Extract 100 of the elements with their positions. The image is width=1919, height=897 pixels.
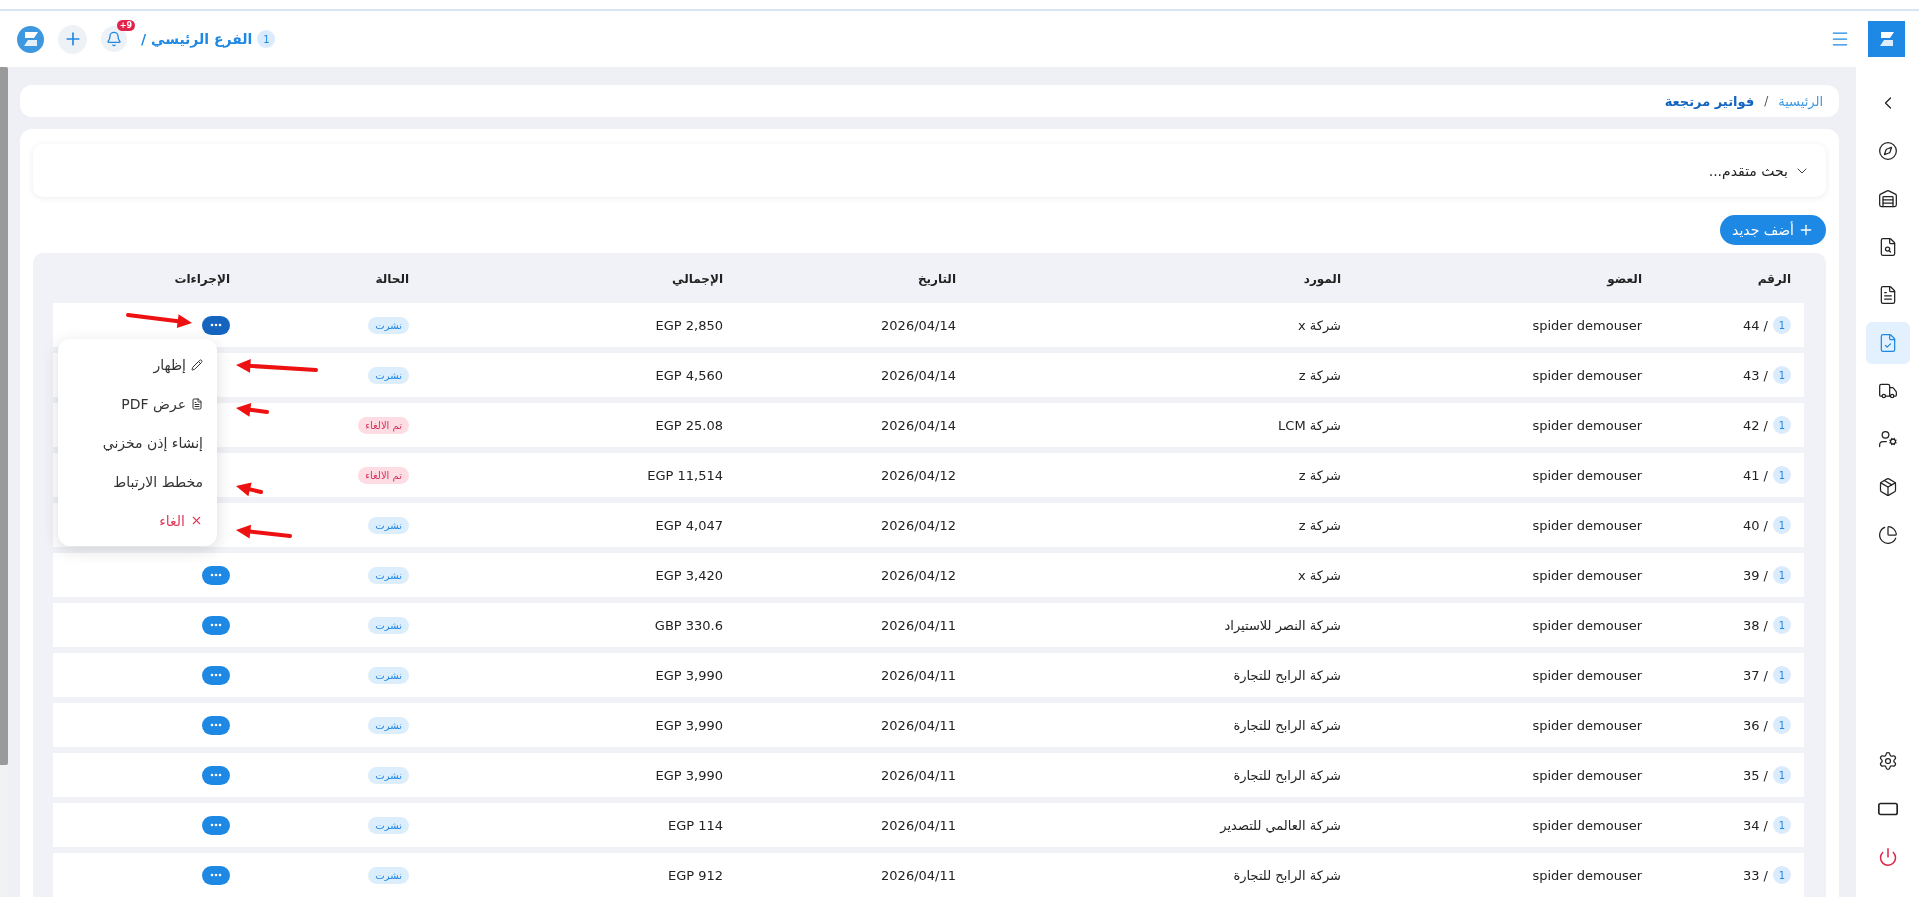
- status-badge: نشرت: [368, 516, 409, 534]
- actions-button[interactable]: [202, 765, 230, 785]
- status-badge: نشرت: [368, 316, 409, 334]
- more-icon: [210, 673, 222, 677]
- table-cell-text: spider demouser: [1531, 517, 1642, 533]
- status-badge: نشرت: [368, 866, 409, 884]
- table-cell-text: spider demouser: [1531, 567, 1642, 583]
- more-icon: [210, 323, 222, 327]
- invoice-number: / 34: [1742, 817, 1768, 833]
- table-cell-text: 2026/04/11: [880, 767, 956, 783]
- invoice-number: / 37: [1742, 667, 1768, 683]
- branch-badge: 1: [1773, 516, 1791, 534]
- table-cell-text: 2026/04/14: [880, 417, 956, 433]
- box-icon: [1877, 477, 1898, 497]
- branch-badge: 1: [1773, 566, 1791, 584]
- actions-button[interactable]: [202, 315, 230, 335]
- branch-name[interactable]: الفرع الرئيسي /: [141, 31, 253, 47]
- table-cell-text: 2026/04/14: [880, 367, 956, 383]
- table-cell-text: 2026/04/11: [880, 717, 956, 733]
- actions-button[interactable]: [202, 615, 230, 635]
- column-header: التاريخ: [916, 272, 956, 286]
- menu-item[interactable]: إظهار: [58, 345, 217, 384]
- truck-icon: [1877, 381, 1898, 401]
- invoice-number: / 39: [1742, 567, 1768, 583]
- menu-item[interactable]: مخطط الارتباط: [58, 462, 217, 501]
- menu-item[interactable]: عرض PDF: [58, 384, 217, 423]
- table-cell-text: 2026/04/11: [880, 617, 956, 633]
- invoice-number: / 40: [1742, 517, 1768, 533]
- table-cell-text: EGP 3,990: [654, 667, 723, 683]
- table-cell-text: 2026/04/12: [880, 517, 956, 533]
- user-avatar[interactable]: [17, 25, 44, 53]
- status-badge: نشرت: [368, 366, 409, 384]
- pie-chart-icon: [1877, 525, 1898, 545]
- table-cell-text: شركة LCM: [1277, 417, 1341, 433]
- notifications-button[interactable]: [101, 26, 127, 52]
- column-header: الإجراءات: [173, 272, 230, 286]
- table-cell-text: EGP 3,990: [654, 717, 723, 733]
- pencil-icon: [191, 358, 203, 371]
- more-icon: [210, 723, 222, 727]
- table-cell-text: شركة z: [1297, 467, 1341, 483]
- table-cell-text: شركة x: [1296, 567, 1341, 583]
- table-cell-text: spider demouser: [1531, 667, 1642, 683]
- status-badge: نشرت: [368, 716, 409, 734]
- table-cell-text: 2026/04/11: [880, 667, 956, 683]
- actions-button[interactable]: [202, 665, 230, 685]
- branch-badge: 1: [1773, 366, 1791, 384]
- invoice-number: / 41: [1742, 467, 1768, 483]
- more-icon: [210, 623, 222, 627]
- branch-badge: 1: [1773, 466, 1791, 484]
- actions-button[interactable]: [202, 715, 230, 735]
- table-cell-text: spider demouser: [1531, 767, 1642, 783]
- notification-count: +9: [116, 20, 135, 31]
- branch-badge: 1: [1773, 766, 1791, 784]
- branch-badge: 1: [1773, 816, 1791, 834]
- user-gear-icon: [1877, 429, 1898, 449]
- table-cell-text: spider demouser: [1531, 367, 1642, 383]
- add-button[interactable]: [58, 24, 87, 54]
- actions-button[interactable]: [202, 815, 230, 835]
- column-header: العضو: [1605, 272, 1642, 286]
- table-cell-text: spider demouser: [1531, 717, 1642, 733]
- actions-button[interactable]: [202, 865, 230, 885]
- breadcrumb-link[interactable]: فواتير مرتجعة: [1664, 93, 1755, 109]
- invoice-number: / 42: [1742, 417, 1768, 433]
- actions-button[interactable]: [202, 565, 230, 585]
- power-icon: [1877, 847, 1898, 867]
- column-header: الحالة: [374, 272, 409, 286]
- branch-badge: 1: [1773, 616, 1791, 634]
- settings-icon: [1877, 751, 1898, 771]
- add-new-button[interactable]: أضف جديد: [1720, 215, 1826, 245]
- table-cell-text: spider demouser: [1531, 417, 1642, 433]
- invoice-number: / 38: [1742, 617, 1768, 633]
- table-cell-text: spider demouser: [1531, 467, 1642, 483]
- branch-badge: 1: [1773, 716, 1791, 734]
- close-icon: [190, 514, 203, 527]
- table-cell-text: spider demouser: [1531, 867, 1642, 883]
- annotation-arrow: [236, 402, 269, 417]
- table-cell-text: 2026/04/14: [880, 317, 956, 333]
- table-cell-text: شركة الرابح للتجارة: [1232, 667, 1341, 683]
- invoice-number: / 44: [1742, 317, 1768, 333]
- menu-item[interactable]: إنشاء إذن مخزني: [58, 423, 217, 462]
- table-cell-text: شركة الرابح للتجارة: [1232, 767, 1341, 783]
- table-cell-text: شركة الرابح للتجارة: [1232, 867, 1341, 883]
- table-cell-text: spider demouser: [1531, 617, 1642, 633]
- branch-badge: 1: [1773, 866, 1791, 884]
- table-cell-text: GBP 330.6: [653, 617, 723, 633]
- invoice-number: / 33: [1742, 867, 1768, 883]
- annotation-arrow: [236, 482, 263, 497]
- status-badge: نشرت: [368, 666, 409, 684]
- table-cell-text: EGP 3,420: [654, 567, 723, 583]
- table-cell-text: 2026/04/11: [880, 817, 956, 833]
- more-icon: [210, 823, 222, 827]
- scrollbar[interactable]: [0, 67, 8, 765]
- branch-badge: 1: [1773, 666, 1791, 684]
- table-cell-text: EGP 4,560: [654, 367, 723, 383]
- annotation-arrow: [126, 313, 192, 329]
- table-cell-text: EGP 3,990: [654, 767, 723, 783]
- invoice-number: / 43: [1742, 367, 1768, 383]
- table-cell-text: 2026/04/11: [880, 867, 956, 883]
- advanced-search-toggle[interactable]: بحث متقدم...: [33, 144, 1826, 197]
- annotation-arrow: [236, 524, 292, 539]
